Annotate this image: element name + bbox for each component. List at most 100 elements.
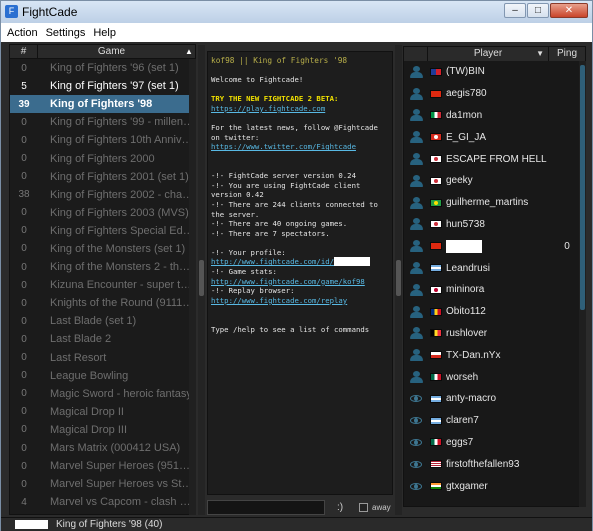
players-scroll-thumb[interactable] <box>580 65 585 310</box>
game-player-count: 0 <box>21 261 27 273</box>
player-person-icon <box>404 371 428 384</box>
splitter-grip[interactable] <box>199 260 204 296</box>
menu-action[interactable]: Action <box>7 27 38 39</box>
game-row[interactable]: 4 Marvel vs Capcom - clash of super heroe… <box>10 493 195 511</box>
player-row[interactable]: claren7 <box>404 410 585 432</box>
game-row[interactable]: 5 King of Fighters '97 (set 1) <box>10 77 195 95</box>
game-name: Last Blade (set 1) <box>50 315 137 328</box>
game-row[interactable]: 39 King of Fighters '98 <box>10 95 195 114</box>
player-row[interactable]: rushlover <box>404 323 585 345</box>
flag-emblem <box>434 222 438 227</box>
chat-input[interactable] <box>207 500 325 515</box>
stats-link[interactable]: http://www.fightcade.com/game/kof98 <box>211 277 389 287</box>
game-row[interactable]: 0 King of Fighters '96 (set 1) <box>10 59 195 77</box>
player-name: firstofthefallen93 <box>446 458 520 470</box>
profile-link[interactable]: http://www.fightcade.com/id/ <box>211 257 334 266</box>
player-row[interactable]: geeky <box>404 170 585 192</box>
col-game-header[interactable]: Game <box>38 45 185 58</box>
game-player-count: 0 <box>21 116 27 128</box>
game-row[interactable]: 0 Magical Drop II <box>10 403 195 421</box>
player-row[interactable]: ESCAPE FROM HELL <box>404 148 585 170</box>
game-row[interactable]: 0 King of Fighters 2003 (MVS) <box>10 204 195 222</box>
col-ping-header[interactable]: Ping <box>549 47 585 61</box>
game-row[interactable]: 0 Last Resort <box>10 349 195 367</box>
player-row[interactable]: anty-macro <box>404 388 585 410</box>
menu-settings[interactable]: Settings <box>46 27 86 39</box>
player-row[interactable]: E_GI_JA <box>404 126 585 148</box>
game-row[interactable]: 0 King of Fighters 10th Anniversary <box>10 131 195 149</box>
close-button[interactable]: ✕ <box>550 3 588 18</box>
flag-icon <box>430 285 442 294</box>
twitter-link[interactable]: https://www.twitter.com/Fightcade <box>211 142 389 152</box>
game-row[interactable]: 0 Magic Sword - heroic fantasy <box>10 385 195 403</box>
player-row[interactable]: da1mon <box>404 105 585 127</box>
game-row[interactable]: 0 Magical Drop III <box>10 421 195 439</box>
player-row[interactable]: firstofthefallen93 <box>404 453 585 475</box>
player-row[interactable]: hun5738 <box>404 214 585 236</box>
player-row[interactable]: Leandrusi <box>404 257 585 279</box>
away-toggle[interactable]: away <box>359 503 391 512</box>
game-row[interactable]: 0 Marvel Super Heroes (951024 Europe) <box>10 457 195 475</box>
flag-icon <box>430 329 442 338</box>
game-row[interactable]: 0 King of Fighters 2001 (set 1) <box>10 168 195 186</box>
game-row[interactable]: 0 Kizuna Encounter - super tag battle <box>10 276 195 294</box>
game-row[interactable]: 0 League Bowling <box>10 367 195 385</box>
away-checkbox[interactable] <box>359 503 368 512</box>
person-icon <box>409 349 423 362</box>
flag-emblem <box>434 157 438 162</box>
title-bar: F FightCade – □ ✕ <box>1 1 592 23</box>
player-row[interactable]: Obito112 <box>404 301 585 323</box>
game-name: King of Fighters 2001 (set 1) <box>50 170 189 183</box>
chat-beta: TRY THE NEW FIGHTCADE 2 BETA: <box>211 94 339 104</box>
games-scrollbar[interactable] <box>189 59 196 515</box>
col-player-header[interactable]: Player ▼ <box>428 47 549 61</box>
game-row[interactable]: 0 Marvel Super Heroes vs Street Fighter <box>10 475 195 493</box>
player-person-icon <box>404 305 428 318</box>
chat-welcome: Welcome to Fightcade! <box>211 75 304 85</box>
player-row[interactable]: 0 <box>404 235 585 257</box>
game-row[interactable]: 38 King of Fighters 2002 - challenge to u… <box>10 186 195 204</box>
game-row[interactable]: 0 Last Blade (set 1) <box>10 312 195 330</box>
person-icon <box>409 153 423 166</box>
game-row[interactable]: 0 King of Fighters 2000 <box>10 149 195 167</box>
chat-server-info: -!- FightCade server version 0.24 -!- Yo… <box>211 171 378 238</box>
person-icon <box>409 131 423 144</box>
game-row[interactable]: 0 Mars Matrix (000412 USA) <box>10 439 195 457</box>
game-row[interactable]: 0 King of the Monsters (set 1) <box>10 240 195 258</box>
player-row[interactable]: eggs7 <box>404 432 585 454</box>
col-num-header[interactable]: # <box>10 45 38 58</box>
player-row[interactable]: mininora <box>404 279 585 301</box>
game-row[interactable]: 0 King of the Monsters 2 - the next thing <box>10 258 195 276</box>
splitter-grip[interactable] <box>396 260 401 296</box>
minimize-button[interactable]: – <box>504 3 526 18</box>
game-row[interactable]: 0 Last Blade 2 <box>10 330 195 348</box>
players-scrollbar[interactable] <box>579 61 586 507</box>
splitter-right[interactable] <box>395 45 402 515</box>
smiley-button[interactable]: :) <box>337 502 343 513</box>
game-name: Magic Sword - heroic fantasy <box>50 387 192 400</box>
game-row[interactable]: 0 King of Fighters '99 - millennium battl… <box>10 113 195 131</box>
player-row[interactable]: guilherme_martins <box>404 192 585 214</box>
maximize-button[interactable]: □ <box>527 3 549 18</box>
flag-icon <box>430 111 442 120</box>
player-name: geeky <box>446 175 473 187</box>
redacted-box <box>15 520 48 529</box>
player-person-icon <box>404 218 428 231</box>
player-name: E_GI_JA <box>446 131 487 143</box>
menu-help[interactable]: Help <box>93 27 116 39</box>
replay-link[interactable]: http://www.fightcade.com/replay <box>211 296 389 306</box>
person-icon <box>409 327 423 340</box>
redacted-box <box>446 239 482 253</box>
player-person-icon <box>404 87 428 100</box>
player-row[interactable]: gtxgamer <box>404 475 585 497</box>
player-row[interactable]: (TW)BIN <box>404 61 585 83</box>
player-row[interactable]: worseh <box>404 366 585 388</box>
window-title: FightCade <box>22 5 78 19</box>
player-row[interactable]: aegis780 <box>404 83 585 105</box>
flag-icon <box>430 373 442 382</box>
splitter-left[interactable] <box>198 45 205 515</box>
beta-link[interactable]: https://play.fightcade.com <box>211 104 389 114</box>
game-row[interactable]: 0 King of Fighters Special Edition 2004 <box>10 222 195 240</box>
game-row[interactable]: 0 Knights of the Round (911127 etc) <box>10 294 195 312</box>
player-row[interactable]: TX-Dan.nYx <box>404 344 585 366</box>
